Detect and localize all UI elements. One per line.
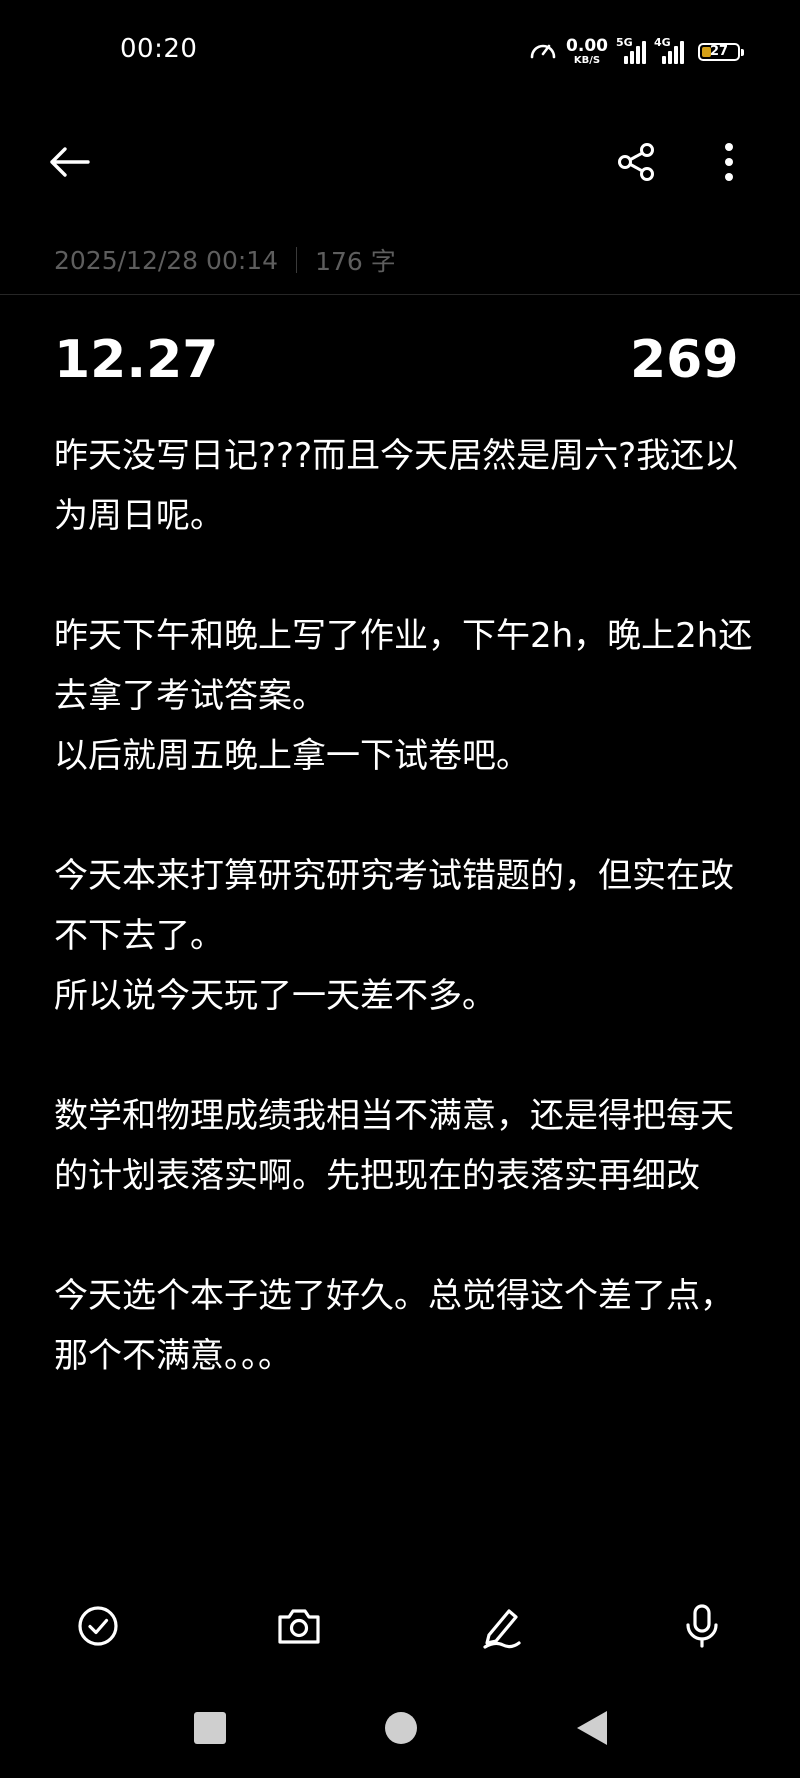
camera-icon [276, 1605, 322, 1651]
microphone-icon [684, 1603, 720, 1653]
note-meta: 2025/12/28 00:14 176 字 [54, 242, 396, 278]
header-divider [0, 294, 800, 295]
note-paragraph: 以后就周五晚上拿一下试卷吧。 [54, 736, 530, 776]
back-triangle-icon [575, 1710, 609, 1750]
recents-button[interactable] [178, 1698, 242, 1762]
checklist-button[interactable] [66, 1596, 130, 1660]
recents-icon [193, 1711, 227, 1749]
signal-5g-icon: 5G [616, 36, 646, 64]
note-datetime: 2025/12/28 00:14 [54, 245, 279, 275]
signal-5g-label: 5G [616, 36, 633, 49]
network-speed-value: 0.00 [566, 36, 608, 56]
note-paragraph: 所以说今天玩了一天差不多。 [54, 976, 496, 1016]
home-icon [384, 1711, 418, 1749]
share-button[interactable] [604, 132, 668, 196]
share-icon [615, 141, 657, 187]
note-body[interactable]: 昨天没写日记???而且今天居然是周六?我还以为周日呢。 昨天下午和晚上写了作业，下… [54, 426, 754, 1386]
note-paragraph: 昨天下午和晚上写了作业，下午2h，晚上2h还去拿了考试答案。 [54, 616, 753, 716]
network-speed: 0.00 KB/S [566, 38, 608, 66]
status-icons: 0.00 KB/S 5G 4G 27 [528, 35, 744, 69]
pen-icon [479, 1603, 523, 1653]
handwriting-button[interactable] [469, 1596, 533, 1660]
more-options-button[interactable] [697, 132, 761, 196]
meta-separator [296, 247, 298, 273]
note-paragraph: 今天选个本子选了好久。总觉得这个差了点，那个不满意。。。 [54, 1276, 734, 1376]
note-blank-line [54, 546, 754, 606]
battery-icon: 27 [698, 43, 744, 61]
system-back-button[interactable] [560, 1698, 624, 1762]
status-time: 00:20 [120, 34, 198, 64]
note-paragraph: 今天本来打算研究研究考试错题的，但实在改不下去了。 [54, 856, 734, 956]
home-button[interactable] [369, 1698, 433, 1762]
speedometer-icon [528, 35, 558, 69]
signal-4g-label: 4G [654, 36, 671, 49]
note-title[interactable]: 12.27 [54, 330, 218, 390]
battery-percent: 27 [709, 44, 729, 59]
camera-button[interactable] [267, 1596, 331, 1660]
voice-input-button[interactable] [670, 1596, 734, 1660]
note-blank-line [54, 1206, 754, 1266]
note-word-count: 176 字 [315, 247, 396, 276]
note-number[interactable]: 269 [630, 330, 739, 390]
note-blank-line [54, 1026, 754, 1086]
arrow-left-icon [48, 145, 92, 183]
checklist-icon [76, 1604, 120, 1652]
network-speed-unit: KB/S [573, 55, 601, 66]
signal-4g-icon: 4G [654, 36, 684, 64]
back-button[interactable] [38, 132, 102, 196]
more-vertical-icon [723, 142, 735, 186]
note-paragraph: 昨天没写日记???而且今天居然是周六?我还以为周日呢。 [54, 436, 739, 536]
note-blank-line [54, 786, 754, 846]
note-paragraph: 数学和物理成绩我相当不满意，还是得把每天的计划表落实啊。先把现在的表落实再细改 [54, 1096, 734, 1196]
